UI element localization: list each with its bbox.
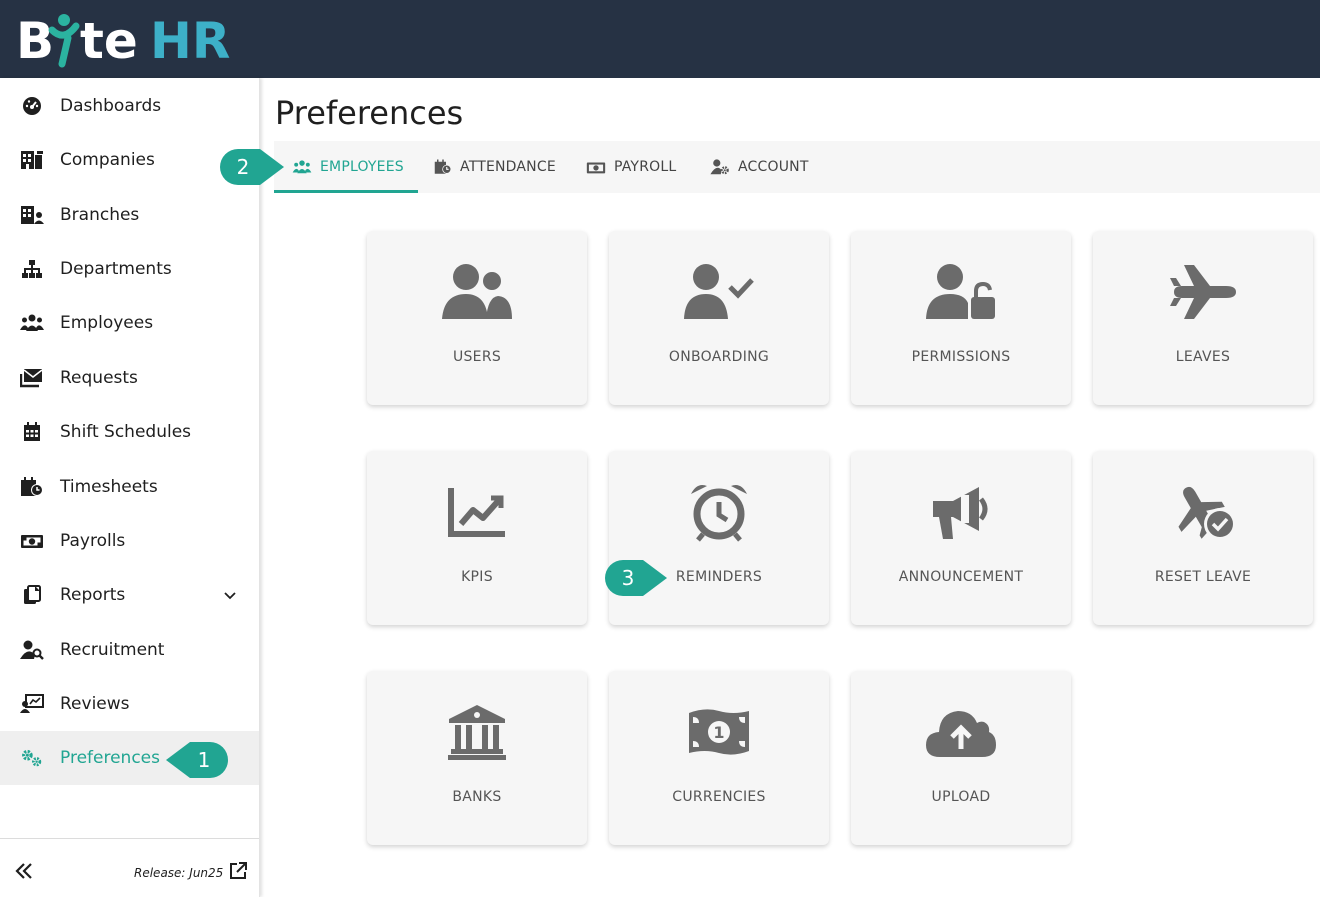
sidebar-item-requests[interactable]: Requests: [0, 351, 259, 405]
tab-attendance[interactable]: ATTENDANCE: [434, 141, 556, 193]
bytehr-logo[interactable]: B te HR: [16, 8, 231, 68]
svg-text:B: B: [16, 12, 54, 68]
user-check-icon: [609, 261, 829, 323]
user-search-icon: [20, 638, 44, 662]
preferences-tabs: EMPLOYEES ATTENDANCE PAYROLL ACCOUNT: [274, 141, 1320, 193]
building-icon: [20, 148, 44, 172]
svg-text:1: 1: [713, 723, 724, 742]
users-icon: [20, 311, 44, 335]
sidebar-item-payrolls[interactable]: Payrolls: [0, 514, 259, 568]
sitemap-icon: [20, 257, 44, 281]
sidebar-item-label: Requests: [60, 368, 138, 388]
svg-text:HR: HR: [150, 12, 230, 68]
tile-label: PERMISSIONS: [911, 349, 1011, 365]
tab-label: ACCOUNT: [738, 159, 809, 175]
sidebar-item-reviews[interactable]: Reviews: [0, 677, 259, 731]
callout-marker-2: 2: [218, 147, 284, 187]
tab-account[interactable]: ACCOUNT: [710, 141, 809, 193]
alarm-clock-icon: [609, 481, 829, 543]
plane-check-icon: [1093, 481, 1313, 543]
sidebar-item-label: Branches: [60, 205, 140, 225]
chart-line-icon: [367, 481, 587, 543]
tab-label: ATTENDANCE: [460, 159, 556, 175]
chevron-down-icon[interactable]: [222, 587, 238, 603]
sidebar-item-label: Payrolls: [60, 531, 126, 551]
calendar-clock-icon: [434, 159, 452, 175]
tile-label: LEAVES: [1175, 349, 1231, 365]
dashboard-gauge-icon: [20, 94, 44, 118]
sidebar-item-reports[interactable]: Reports: [0, 568, 259, 622]
top-header: B te HR: [0, 0, 1320, 78]
tile-label: UPLOAD: [931, 789, 991, 805]
sidebar-item-employees[interactable]: Employees: [0, 296, 259, 350]
tile-kpis[interactable]: KPIS: [367, 451, 587, 625]
tile-reminders[interactable]: REMINDERS: [609, 451, 829, 625]
sidebar-item-timesheets[interactable]: Timesheets: [0, 460, 259, 514]
sidebar-item-branches[interactable]: Branches: [0, 188, 259, 242]
calendar-clock-icon: [20, 475, 44, 499]
tile-leaves[interactable]: LEAVES: [1093, 231, 1313, 405]
callout-marker-3: 3: [603, 558, 667, 598]
sidebar-item-label: Shift Schedules: [60, 422, 192, 442]
sidebar-item-label: Reviews: [60, 694, 130, 714]
tile-label: CURRENCIES: [672, 789, 766, 805]
tile-banks[interactable]: BANKS: [367, 671, 587, 845]
tile-label: ONBOARDING: [668, 349, 770, 365]
tile-onboarding[interactable]: ONBOARDING: [609, 231, 829, 405]
sidebar-item-label: Employees: [60, 313, 154, 333]
tile-label: RESET LEAVE: [1154, 569, 1252, 585]
money-bill-icon: [20, 529, 44, 553]
active-tab-indicator: [274, 190, 418, 193]
tab-employees[interactable]: EMPLOYEES: [292, 141, 404, 193]
tab-label: PAYROLL: [614, 159, 677, 175]
file-copy-icon: [20, 583, 44, 607]
megaphone-icon: [851, 481, 1071, 543]
users-icon: [367, 261, 587, 323]
sidebar-item-departments[interactable]: Departments: [0, 242, 259, 296]
tile-upload[interactable]: UPLOAD: [851, 671, 1071, 845]
tile-users[interactable]: USERS: [367, 231, 587, 405]
sidebar-item-label: Departments: [60, 259, 172, 279]
sidebar-item-dashboards[interactable]: Dashboards: [0, 79, 259, 133]
money-bill-1-icon: 1: [609, 701, 829, 763]
sidebar-item-label: Timesheets: [60, 477, 158, 497]
logo-graphic: B te HR: [16, 12, 230, 68]
sidebar-footer: Release: Jun25: [0, 838, 259, 897]
callout-marker-1: 1: [166, 740, 230, 780]
sidebar-item-recruitment[interactable]: Recruitment: [0, 623, 259, 677]
sidebar-item-label: Recruitment: [60, 640, 165, 660]
cloud-upload-icon: [851, 701, 1071, 763]
tab-payroll[interactable]: PAYROLL: [586, 141, 676, 193]
gears-icon: [20, 746, 44, 770]
svg-text:te: te: [80, 12, 138, 68]
chalkboard-user-icon: [20, 692, 44, 716]
release-version: Release: Jun25: [134, 866, 224, 880]
tile-label: ANNOUNCEMENT: [898, 569, 1024, 585]
tile-label: BANKS: [452, 789, 502, 805]
tab-label: EMPLOYEES: [320, 159, 404, 175]
sidebar-item-label: Dashboards: [60, 96, 162, 116]
money-bill-icon: [586, 160, 606, 175]
tile-currencies[interactable]: 1 CURRENCIES: [609, 671, 829, 845]
tile-reset-leave[interactable]: RESET LEAVE: [1093, 451, 1313, 625]
envelope-inbox-icon: [20, 366, 44, 390]
sidebar-item-shift-schedules[interactable]: Shift Schedules: [0, 405, 259, 459]
external-link-icon[interactable]: [228, 861, 248, 881]
tile-announcement[interactable]: ANNOUNCEMENT: [851, 451, 1071, 625]
bank-icon: [367, 701, 587, 763]
page-title: Preferences: [275, 94, 464, 132]
users-icon: [292, 160, 312, 174]
sidebar-item-label: Companies: [60, 150, 155, 170]
building-user-icon: [20, 203, 44, 227]
collapse-sidebar-icon[interactable]: [12, 859, 36, 883]
user-gear-icon: [710, 159, 730, 175]
sidebar-item-label: Reports: [60, 585, 126, 605]
tile-label: USERS: [452, 349, 502, 365]
tile-permissions[interactable]: PERMISSIONS: [851, 231, 1071, 405]
calendar-grid-icon: [20, 420, 44, 444]
tile-label: KPIS: [461, 569, 493, 585]
plane-icon: [1093, 261, 1313, 323]
user-lock-icon: [851, 261, 1071, 323]
sidebar-item-label: Preferences: [60, 748, 160, 768]
